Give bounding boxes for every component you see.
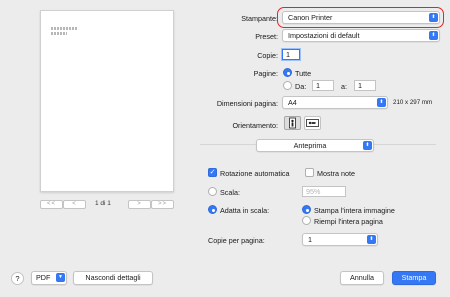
- pages-all-label: Tutte: [295, 69, 312, 78]
- last-page-button[interactable]: >>: [151, 200, 174, 209]
- preset-value: Impostazioni di default: [288, 31, 360, 40]
- show-notes-checkbox[interactable]: [305, 168, 314, 177]
- preview-content-line: [51, 32, 67, 35]
- next-page-button[interactable]: >: [128, 200, 151, 209]
- pdf-menu-button[interactable]: PDF ▼: [31, 271, 67, 285]
- auto-rotate-label: Rotazione automatica: [220, 169, 290, 178]
- pages-all-radio[interactable]: [283, 68, 292, 77]
- portrait-person-icon: [289, 117, 296, 129]
- landscape-orientation-button[interactable]: [304, 116, 321, 130]
- preset-label: Preset:: [255, 32, 278, 41]
- print-button[interactable]: Stampa: [392, 271, 436, 285]
- chevron-updown-icon: ⬍: [367, 235, 376, 244]
- fill-entire-page-radio[interactable]: [302, 216, 311, 225]
- chevron-updown-icon: ⬍: [377, 98, 386, 107]
- printer-highlight-outline: [277, 7, 444, 28]
- pages-from-input[interactable]: 1: [312, 80, 334, 91]
- page-counter: 1 di 1: [95, 200, 111, 207]
- show-notes-label: Mostra note: [317, 169, 355, 178]
- pages-to-label: a:: [341, 82, 347, 91]
- copies-per-page-value: 1: [308, 235, 312, 244]
- chevron-updown-icon: ⬍: [363, 141, 372, 150]
- previous-page-button[interactable]: <: [63, 200, 86, 209]
- print-entire-image-label: Stampa l'intera immagine: [314, 206, 395, 215]
- printer-label: Stampante:: [241, 14, 278, 23]
- copies-per-page-popup[interactable]: 1 ⬍: [302, 233, 378, 246]
- copies-label: Copie:: [257, 51, 278, 60]
- pages-to-input[interactable]: 1: [354, 80, 376, 91]
- print-entire-image-radio[interactable]: [302, 205, 311, 214]
- scale-radio[interactable]: [208, 187, 217, 196]
- pages-from-label: Da:: [295, 82, 307, 91]
- scale-input[interactable]: 95%: [302, 186, 346, 197]
- copies-per-page-label: Copie per pagina:: [208, 236, 265, 245]
- paper-dimensions: 210 x 297 mm: [393, 99, 433, 106]
- fill-entire-page-label: Riempi l'intera pagina: [314, 217, 383, 226]
- first-page-button[interactable]: <<: [40, 200, 63, 209]
- section-value: Anteprima: [293, 141, 327, 150]
- scale-label: Scala:: [220, 188, 240, 197]
- pages-range-radio[interactable]: [283, 81, 292, 90]
- landscape-person-icon: [306, 119, 319, 127]
- cancel-button[interactable]: Annulla: [340, 271, 384, 285]
- pages-label: Pagine:: [253, 69, 278, 78]
- paper-size-popup[interactable]: A4 ⬍: [282, 96, 388, 109]
- portrait-orientation-button[interactable]: [284, 116, 301, 130]
- pdf-label: PDF: [36, 273, 51, 282]
- help-button[interactable]: ?: [11, 272, 24, 285]
- auto-rotate-checkbox[interactable]: ✓: [208, 168, 217, 177]
- fit-to-scale-radio[interactable]: [208, 205, 217, 214]
- print-preview-page: [40, 10, 174, 192]
- paper-size-label: Dimensioni pagina:: [216, 99, 278, 108]
- chevron-down-icon: ▼: [56, 273, 65, 282]
- paper-size-value: A4: [288, 98, 297, 107]
- chevron-updown-icon: ⬍: [429, 31, 438, 40]
- fit-to-scale-label: Adatta in scala:: [220, 206, 270, 215]
- section-popup[interactable]: Anteprima ⬍: [256, 139, 374, 152]
- copies-input[interactable]: 1: [282, 49, 300, 60]
- preset-popup[interactable]: Impostazioni di default ⬍: [282, 29, 440, 42]
- orientation-label: Orientamento:: [232, 121, 278, 130]
- hide-details-button[interactable]: Nascondi dettagli: [73, 271, 153, 285]
- preview-content-line: [51, 27, 77, 30]
